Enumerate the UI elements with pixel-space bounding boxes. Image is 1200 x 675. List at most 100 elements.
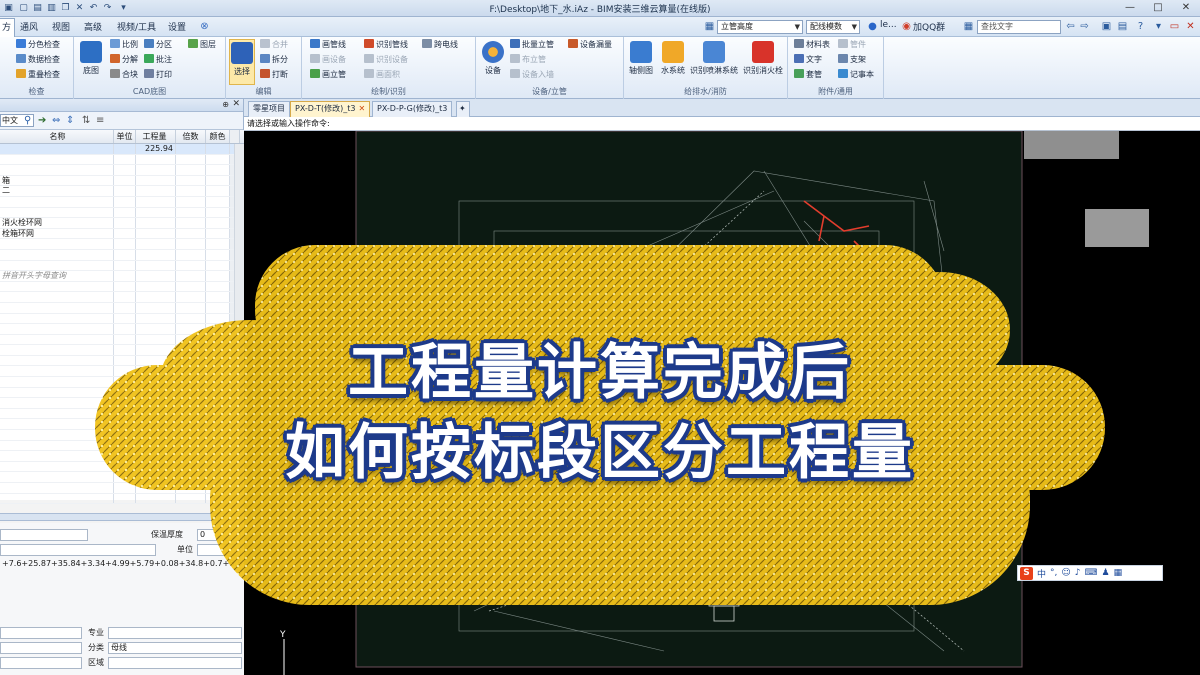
collapse-icon[interactable]: ⇕	[66, 114, 74, 127]
table-row[interactable]: 栓箱环网	[0, 228, 244, 240]
pin-icon[interactable]: ⊕	[222, 100, 229, 109]
zone-button[interactable]: 分区	[144, 39, 172, 51]
table-cell[interactable]	[0, 249, 114, 260]
table-cell[interactable]	[114, 493, 136, 504]
table-row[interactable]	[0, 292, 244, 303]
support-button[interactable]: 支架	[838, 54, 866, 66]
menu-icon[interactable]: ≡	[96, 114, 104, 127]
table-row[interactable]	[0, 196, 244, 208]
table-cell[interactable]: 栓箱环网	[0, 228, 114, 239]
close-doc-icon[interactable]: ✕	[1184, 20, 1197, 33]
table-row[interactable]	[0, 324, 244, 335]
table-cell[interactable]	[136, 260, 176, 271]
user-icon[interactable]: ●	[866, 20, 879, 33]
select-button[interactable]: 选择	[229, 39, 255, 85]
table-cell[interactable]	[206, 207, 230, 218]
specialty-select[interactable]	[108, 627, 242, 639]
table-cell[interactable]	[0, 239, 114, 249]
col-quantity[interactable]: 工程量	[136, 130, 176, 143]
color-check-button[interactable]: 分色检查	[16, 39, 60, 51]
overlap-check-button[interactable]: 重叠检查	[16, 69, 60, 81]
menu-tab-settings[interactable]: 设置	[168, 20, 186, 33]
table-cell[interactable]	[176, 281, 206, 292]
table-cell[interactable]	[114, 154, 136, 165]
table-cell[interactable]	[136, 281, 176, 292]
tab-px-d-t[interactable]: PX-D-T(修改)_t3 ✕	[290, 101, 371, 117]
place-riser-button[interactable]: 布立管	[510, 54, 546, 66]
region-select[interactable]	[108, 657, 242, 669]
table-cell[interactable]	[0, 408, 114, 419]
minimize-button[interactable]: —	[1116, 0, 1144, 17]
table-cell[interactable]	[176, 239, 206, 249]
water-system-button[interactable]: 水系统	[658, 39, 688, 76]
device-into-wall-button[interactable]: 设备入墙	[510, 69, 554, 81]
table-cell[interactable]	[206, 483, 230, 493]
table-cell[interactable]: 消火栓环网	[0, 218, 114, 228]
table-cell[interactable]	[206, 302, 230, 313]
recognize-hydrant-button[interactable]: 识别消火栓	[742, 39, 784, 76]
jumper-wire-button[interactable]: 跨电线	[422, 39, 458, 51]
table-cell[interactable]: 二	[0, 186, 114, 196]
prop-combo-3[interactable]	[0, 627, 82, 639]
table-cell[interactable]	[176, 207, 206, 218]
table-cell[interactable]	[136, 239, 176, 249]
table-cell[interactable]	[114, 292, 136, 302]
restore-icon[interactable]: ▭	[1168, 20, 1181, 33]
prop-combo-2[interactable]	[0, 544, 156, 556]
keyboard-icon[interactable]: ⌨	[1085, 568, 1098, 578]
table-cell[interactable]	[206, 196, 230, 207]
table-cell[interactable]	[114, 239, 136, 249]
sogou-logo[interactable]: S	[1020, 566, 1033, 580]
table-row[interactable]	[0, 249, 244, 261]
table-cell[interactable]	[176, 324, 206, 334]
recognize-sprinkler-button[interactable]: 识别喷淋系统	[690, 39, 738, 76]
table-cell[interactable]	[0, 165, 114, 175]
tab-misc-items[interactable]: 零星项目	[248, 101, 290, 117]
table-cell[interactable]	[0, 281, 114, 292]
command-line[interactable]: 请选择或输入操作命令:	[244, 117, 1200, 131]
merge-block-button[interactable]: 合块	[110, 69, 138, 81]
table-cell[interactable]	[176, 271, 206, 281]
table-cell[interactable]	[176, 260, 206, 271]
table-cell[interactable]	[114, 483, 136, 493]
batch-riser-button[interactable]: 批量立管	[510, 39, 554, 51]
table-cell[interactable]	[136, 483, 176, 493]
table-cell[interactable]	[206, 324, 230, 334]
break-button[interactable]: 打断	[260, 69, 288, 81]
col-multiplier[interactable]: 倍数	[176, 130, 206, 143]
table-cell[interactable]	[136, 175, 176, 186]
material-table-button[interactable]: 材料表	[794, 39, 830, 51]
col-name[interactable]: 名称	[0, 130, 114, 143]
user-name[interactable]: le...	[880, 20, 897, 30]
table-cell[interactable]	[206, 165, 230, 175]
table-row[interactable]: 箱	[0, 175, 244, 187]
table-cell[interactable]	[0, 313, 114, 324]
notepad-button[interactable]: 记事本	[838, 69, 874, 81]
table-cell[interactable]	[136, 249, 176, 260]
mode-combo[interactable]: 配线模数 ▼	[806, 20, 860, 34]
explode-button[interactable]: 分解	[110, 54, 138, 66]
qq-icon[interactable]: ◉	[900, 20, 913, 33]
table-row[interactable]: 消火栓环网	[0, 218, 244, 229]
table-cell[interactable]	[176, 175, 206, 186]
panel-splitter[interactable]	[0, 513, 244, 521]
search-next-icon[interactable]: ⇨	[1078, 20, 1091, 33]
table-cell[interactable]	[136, 324, 176, 334]
base-map-button[interactable]: 底图	[78, 39, 104, 76]
table-cell[interactable]	[206, 493, 230, 504]
table-cell[interactable]	[176, 483, 206, 493]
merge-button[interactable]: 合并	[260, 39, 288, 51]
device-button[interactable]: 设备	[480, 39, 506, 76]
table-cell[interactable]: 箱	[0, 175, 114, 186]
draw-pipe-button[interactable]: 画管线	[310, 39, 346, 51]
new-tab-button[interactable]: ✦	[456, 101, 470, 117]
table-row[interactable]	[0, 493, 244, 505]
annotate-button[interactable]: 批注	[144, 54, 172, 66]
col-unit[interactable]: 单位	[114, 130, 136, 143]
unit-input[interactable]	[197, 544, 241, 556]
text-button[interactable]: 文字	[794, 54, 822, 66]
table-cell[interactable]	[114, 175, 136, 186]
table-cell[interactable]	[114, 186, 136, 196]
table-cell[interactable]	[136, 408, 176, 419]
table-cell[interactable]	[206, 249, 230, 260]
